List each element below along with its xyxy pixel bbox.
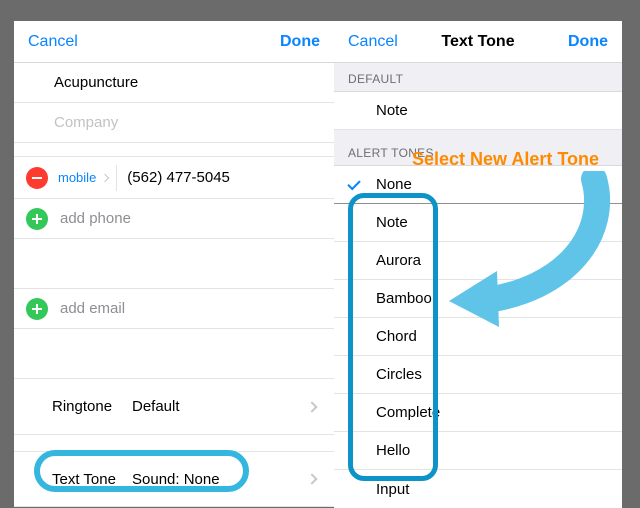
company-field[interactable]: Company <box>14 103 334 143</box>
company-placeholder: Company <box>54 114 118 131</box>
edit-contact-header: Cancel Done <box>14 21 334 63</box>
company-name-field[interactable]: Acupuncture <box>14 63 334 103</box>
text-tone-value: Sound: None <box>132 471 220 488</box>
text-tone-label: Text Tone <box>52 471 132 488</box>
add-icon[interactable] <box>26 208 48 230</box>
phone-row[interactable]: mobile (562) 477-5045 <box>14 157 334 199</box>
text-tone-row[interactable]: Text Tone Sound: None <box>14 451 334 507</box>
add-phone-row[interactable]: add phone <box>14 199 334 239</box>
tone-label: Hello <box>376 442 410 459</box>
text-tone-header: Cancel Text Tone Done <box>334 21 622 63</box>
tone-label: Bamboo <box>376 290 432 307</box>
add-email-label: add email <box>60 300 125 317</box>
delete-phone-icon[interactable] <box>26 167 48 189</box>
cancel-button[interactable]: Cancel <box>28 33 78 51</box>
cancel-button[interactable]: Cancel <box>348 33 398 51</box>
ringtone-label: Ringtone <box>52 398 132 415</box>
section-header-alert-tones: ALERT TONES <box>334 130 622 166</box>
default-tone-value: Note <box>376 102 408 119</box>
done-button[interactable]: Done <box>280 33 320 51</box>
checkmark-icon <box>347 176 360 189</box>
gap <box>14 329 334 379</box>
tone-label: Circles <box>376 366 422 383</box>
default-tone-row[interactable]: Note <box>334 92 622 130</box>
phone-value[interactable]: (562) 477-5045 <box>127 169 230 186</box>
add-icon[interactable] <box>26 298 48 320</box>
tone-label: Aurora <box>376 252 421 269</box>
tone-row[interactable]: Hello <box>334 432 622 470</box>
tone-label: Chord <box>376 328 417 345</box>
tone-label: Note <box>376 214 408 231</box>
add-email-row[interactable]: add email <box>14 289 334 329</box>
tone-row[interactable]: Aurora <box>334 242 622 280</box>
tone-row[interactable]: Bamboo <box>334 280 622 318</box>
company-name-value: Acupuncture <box>54 74 138 91</box>
edit-contact-panel: Cancel Done Acupuncture Company mobile (… <box>14 21 334 484</box>
tone-row[interactable]: Input <box>334 470 622 508</box>
text-tone-panel: Cancel Text Tone Done DEFAULT Note ALERT… <box>334 21 622 484</box>
tone-label: None <box>376 176 412 193</box>
section-header-default: DEFAULT <box>334 63 622 92</box>
chevron-right-icon <box>306 401 317 412</box>
ringtone-value: Default <box>132 398 180 415</box>
tone-row[interactable]: Note <box>334 204 622 242</box>
tone-row[interactable]: Chord <box>334 318 622 356</box>
add-phone-label: add phone <box>60 210 131 227</box>
gap <box>14 239 334 289</box>
ringtone-row[interactable]: Ringtone Default <box>14 379 334 435</box>
tone-row[interactable]: Complete <box>334 394 622 432</box>
tone-row-none[interactable]: None <box>334 166 622 204</box>
phone-label[interactable]: mobile <box>58 170 96 185</box>
chevron-right-icon <box>306 473 317 484</box>
done-button[interactable]: Done <box>568 33 608 51</box>
tone-row[interactable]: Circles <box>334 356 622 394</box>
chevron-right-icon <box>101 173 109 181</box>
tone-label: Complete <box>376 404 440 421</box>
divider <box>116 165 117 191</box>
tone-label: Input <box>376 481 409 498</box>
